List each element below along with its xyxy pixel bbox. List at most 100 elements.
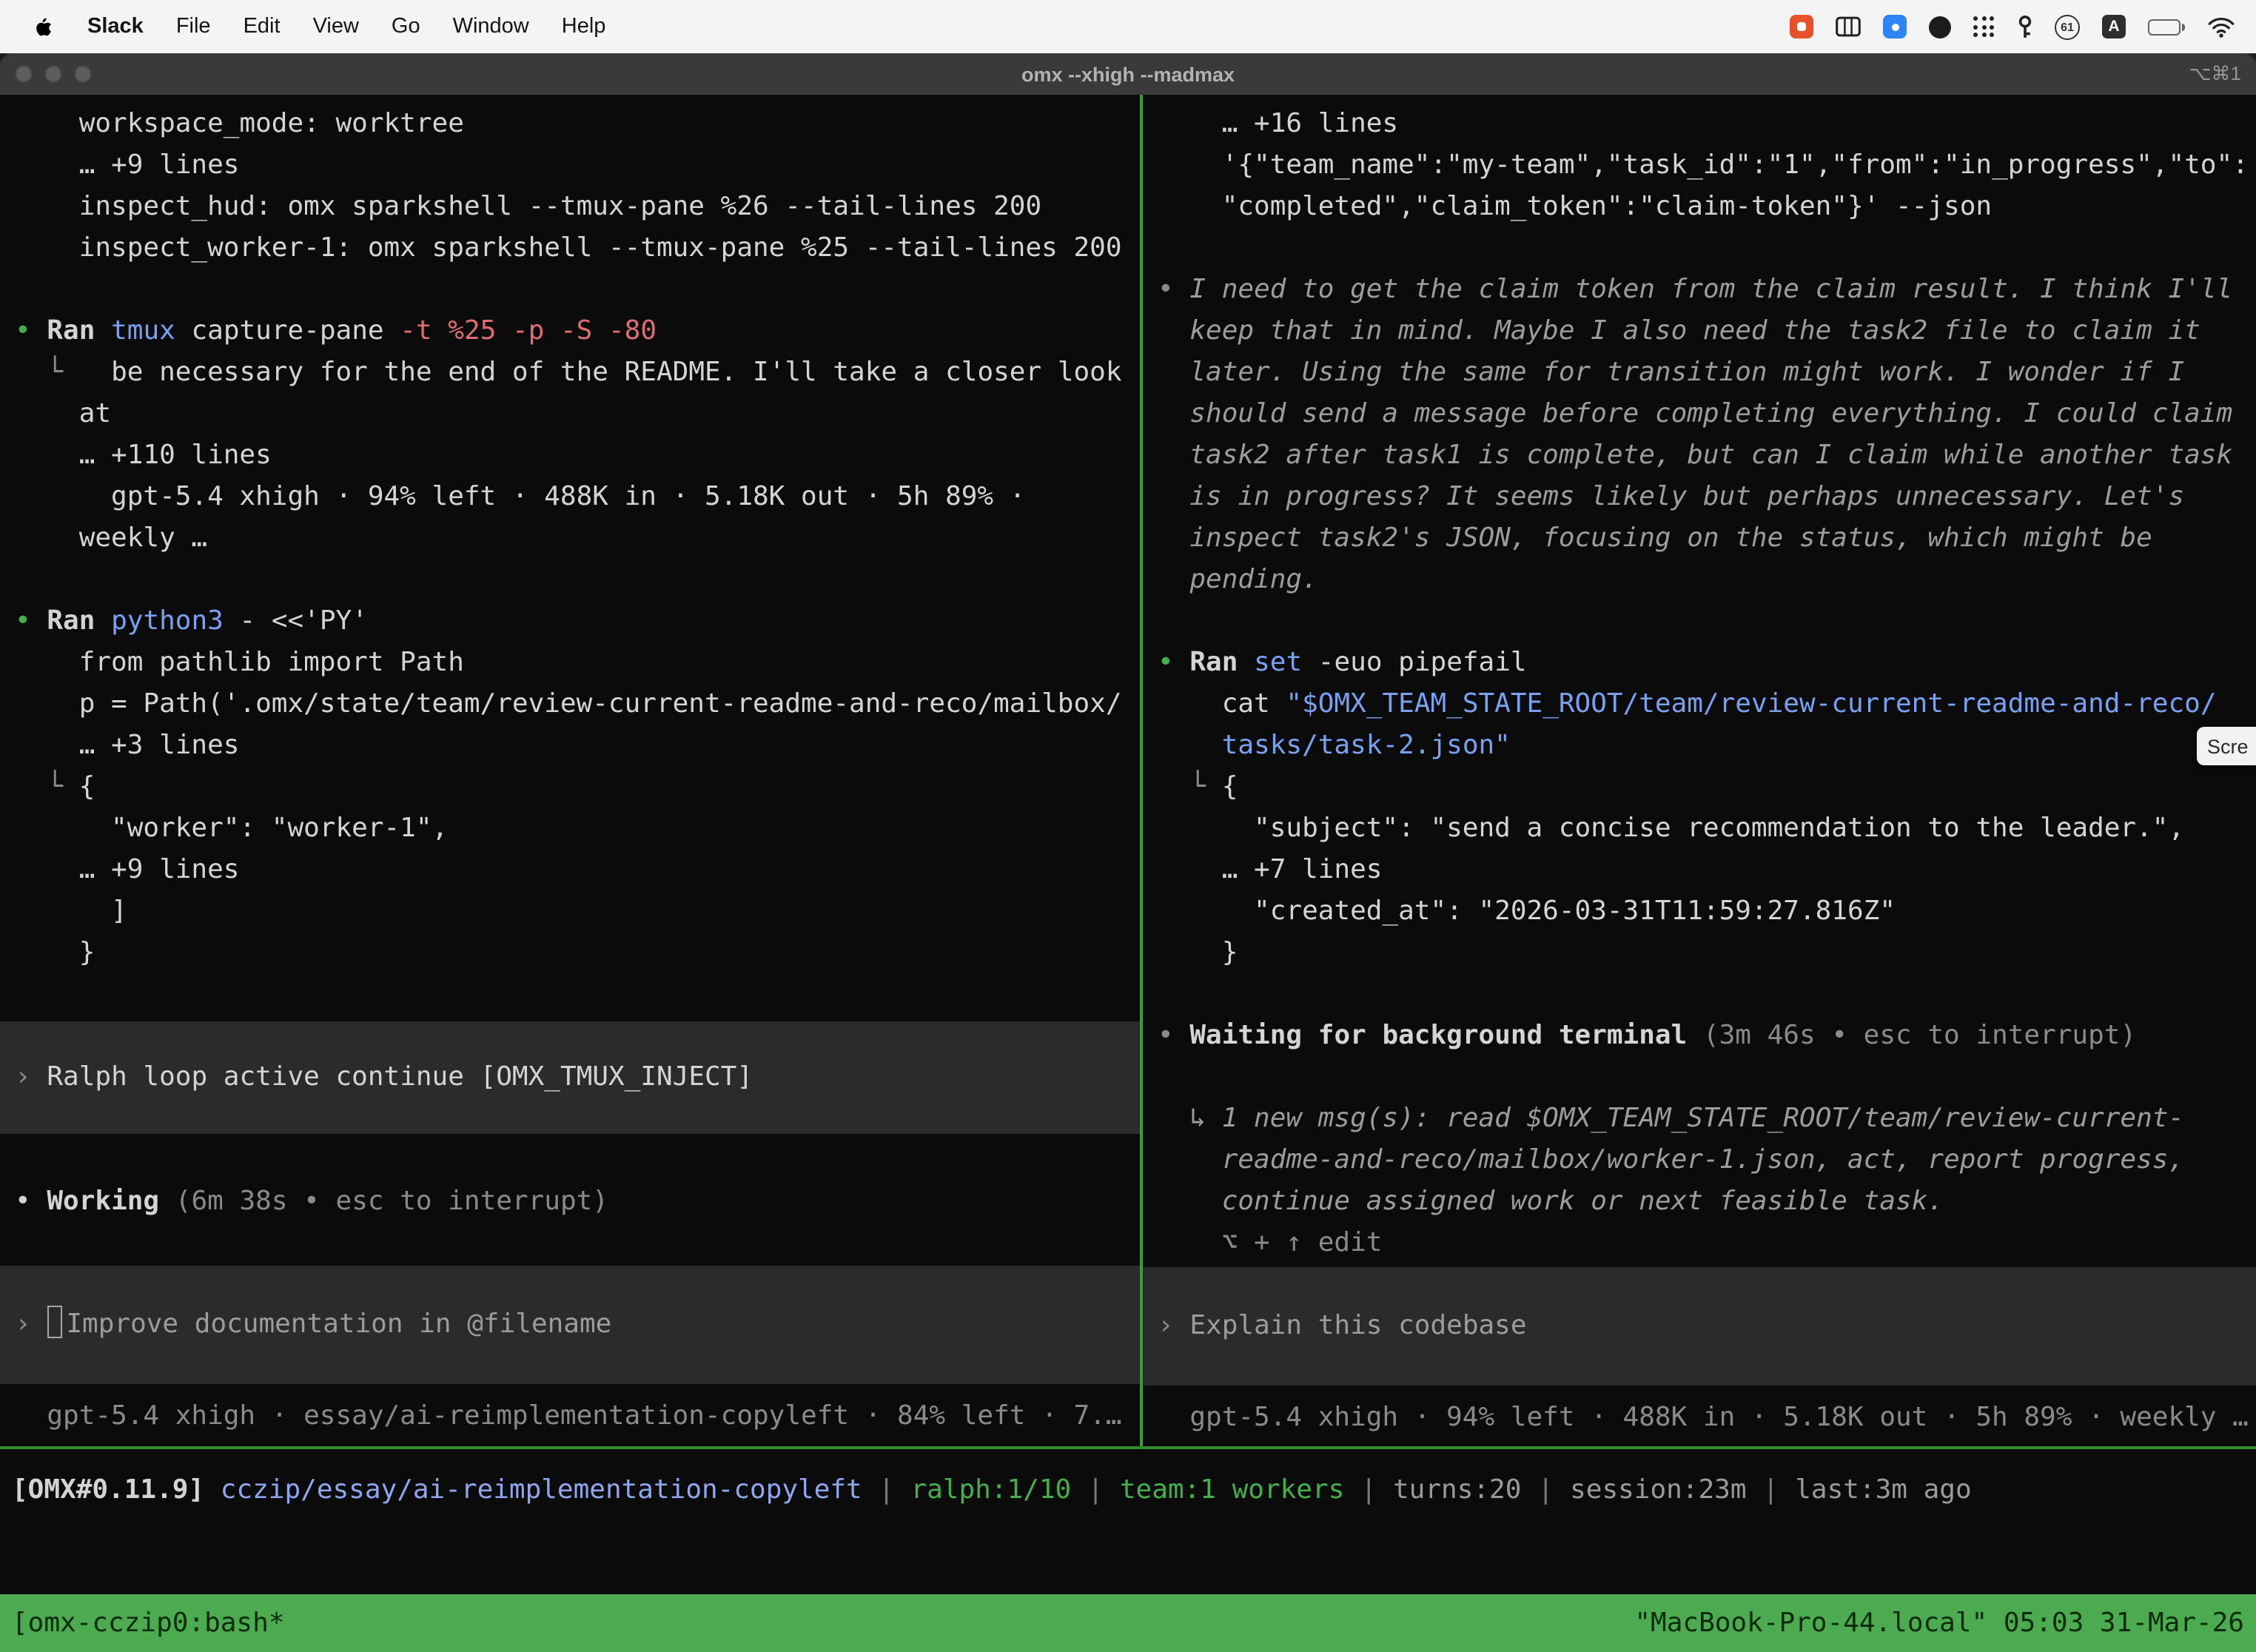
terminal-line: └ {: [1158, 767, 2256, 808]
tmux-pane-left[interactable]: workspace_mode: worktree … +9 lines insp…: [0, 95, 1140, 1446]
terminal-line: cat "$OMX_TEAM_STATE_ROOT/team/review-cu…: [1158, 684, 2256, 725]
terminal-line: }: [15, 933, 1140, 974]
menu-item-help[interactable]: Help: [545, 15, 622, 38]
hud-status: gpt-5.4 xhigh · essay/ai-reimplementatio…: [15, 1396, 1140, 1437]
battery-icon[interactable]: [2148, 19, 2185, 35]
band-line: › Ralph loop active continue [OMX_TMUX_I…: [15, 1057, 753, 1098]
terminal-line: "created_at": "2026-03-31T11:59:27.816Z": [1158, 891, 2256, 933]
terminal-line: ↳ 1 new msg(s): read $OMX_TEAM_STATE_ROO…: [1158, 1098, 2256, 1140]
terminal-line: task2 after task1 is complete, but can I…: [1158, 435, 2256, 477]
menu-bar: Slack File Edit View Go Window Help 61 A: [0, 0, 2256, 53]
key-icon[interactable]: [2018, 14, 2032, 39]
tmux-pane-bottom-border: [0, 1446, 2256, 1449]
terminal-line: tasks/task-2.json": [1158, 725, 2256, 767]
terminal-line: inspect_worker-1: omx sparkshell --tmux-…: [15, 228, 1140, 269]
terminal-line: readme-and-reco/mailbox/worker-1.json, a…: [1158, 1140, 2256, 1181]
terminal-line: • Waiting for background terminal (3m 46…: [1158, 1015, 2256, 1057]
blue-app-icon[interactable]: [1883, 15, 1907, 38]
omx-turns: turns:20: [1393, 1474, 1521, 1505]
separator: |: [1360, 1474, 1377, 1505]
dots-grid-icon[interactable]: [1973, 16, 1995, 38]
menu-item-go[interactable]: Go: [375, 15, 437, 38]
terminal-window: omx --xhigh --madmax ⌥⌘1 workspace_mode:…: [0, 53, 2256, 1652]
gauge-icon[interactable]: 61: [2055, 14, 2080, 39]
separator: |: [1763, 1474, 1779, 1505]
terminal-line: '{"team_name":"my-team","task_id":"1","f…: [1158, 145, 2256, 187]
tmux-status-bar: [omx-cczip0:bash* "MacBook-Pro-44.local"…: [0, 1594, 2256, 1652]
terminal-line: "subject": "send a concise recommendatio…: [1158, 808, 2256, 850]
terminal-line: • I need to get the claim token from the…: [1158, 269, 2256, 311]
separator: |: [879, 1474, 895, 1505]
screenshot-viewport: Slack File Edit View Go Window Help 61 A: [0, 0, 2256, 1652]
tmux-pane-right[interactable]: … +16 lines '{"team_name":"my-team","tas…: [1143, 95, 2256, 1446]
title-bar[interactable]: omx --xhigh --madmax ⌥⌘1: [0, 53, 2256, 95]
terminal-line: gpt-5.4 xhigh · 94% left · 488K in · 5.1…: [1158, 1397, 2256, 1439]
terminal-line: inspect_hud: omx sparkshell --tmux-pane …: [15, 187, 1140, 228]
prompt-input[interactable]: › Explain this codebase: [1143, 1267, 2256, 1386]
terminal-content: workspace_mode: worktree … +9 lines insp…: [0, 95, 2256, 1446]
input-source-label: A: [2108, 18, 2119, 36]
scrollback: workspace_mode: worktree … +9 lines insp…: [15, 104, 1140, 974]
terminal-line: [15, 560, 1140, 601]
omx-status-line: [OMX#0.11.9] cczip/essay/ai-reimplementa…: [12, 1470, 2244, 1511]
apple-logo-icon: [33, 15, 56, 38]
text-cursor: [47, 1306, 61, 1338]
menu-item-edit[interactable]: Edit: [227, 15, 297, 38]
zoom-button[interactable]: [74, 65, 92, 83]
terminal-line: weekly …: [15, 518, 1140, 560]
clipped-edge-overlay[interactable]: Scre: [2197, 727, 2256, 765]
omx-version: [OMX#0.11.9]: [12, 1474, 204, 1505]
omx-last-activity: last:3m ago: [1795, 1474, 1971, 1505]
hud-status: gpt-5.4 xhigh · 94% left · 488K in · 5.1…: [1158, 1397, 2256, 1439]
terminal-line: workspace_mode: worktree: [15, 104, 1140, 145]
terminal-line: ⌥ + ↑ edit: [1158, 1223, 2256, 1264]
clipped-overlay-label: Scre: [2207, 735, 2249, 757]
menu-bar-left: Slack File Edit View Go Window Help: [0, 15, 622, 38]
terminal-line: … +110 lines: [15, 435, 1140, 477]
menu-item-view[interactable]: View: [297, 15, 375, 38]
separator: |: [1537, 1474, 1554, 1505]
working-status: • Working (6m 38s • esc to interrupt): [15, 1181, 1140, 1223]
menu-item-file[interactable]: File: [160, 15, 227, 38]
terminal-line: gpt-5.4 xhigh · 94% left · 488K in · 5.1…: [15, 477, 1140, 518]
terminal-line: … +7 lines: [1158, 850, 2256, 891]
terminal-line: pending.: [1158, 560, 2256, 601]
menu-item-window[interactable]: Window: [437, 15, 545, 38]
terminal-line: at: [15, 394, 1140, 435]
terminal-line: should send a message before completing …: [1158, 394, 2256, 435]
terminal-line: p = Path('.omx/state/team/review-current…: [15, 684, 1140, 725]
gauge-value: 61: [2061, 20, 2074, 33]
omx-team-workers: team:1 workers: [1120, 1474, 1344, 1505]
window-title: omx --xhigh --madmax: [1021, 63, 1235, 85]
menu-item-slack[interactable]: Slack: [71, 15, 160, 38]
omx-repo-path: cczip/essay/ai-reimplementation-copyleft: [221, 1474, 862, 1505]
ralph-loop-banner[interactable]: › Ralph loop active continue [OMX_TMUX_I…: [0, 1021, 1140, 1134]
window-shortcut-hint: ⌥⌘1: [2189, 62, 2241, 86]
omx-session-time: session:23m: [1570, 1474, 1746, 1505]
terminal-line: inspect task2's JSON, focusing on the st…: [1158, 518, 2256, 560]
terminal-line: continue assigned work or next feasible …: [1158, 1181, 2256, 1223]
tmux-session-window: [omx-cczip0:bash*: [12, 1608, 284, 1639]
terminal-line: "completed","claim_token":"claim-token"}…: [1158, 187, 2256, 228]
minimize-button[interactable]: [44, 65, 62, 83]
terminal-line: [1158, 601, 2256, 642]
close-button[interactable]: [15, 65, 33, 83]
desktop: Slack File Edit View Go Window Help 61 A: [0, 0, 2256, 1652]
scrollback: … +16 lines '{"team_name":"my-team","tas…: [1158, 104, 2256, 1264]
window-grid-icon[interactable]: [1836, 16, 1861, 37]
wifi-icon[interactable]: [2207, 16, 2235, 38]
terminal-line: later. Using the same for transition mig…: [1158, 352, 2256, 394]
terminal-line: … +9 lines: [15, 850, 1140, 891]
terminal-line: • Ran set -euo pipefail: [1158, 642, 2256, 684]
terminal-line: • Ran tmux capture-pane -t %25 -p -S -80: [15, 311, 1140, 352]
separator: |: [1087, 1474, 1104, 1505]
input-source-icon[interactable]: A: [2102, 15, 2126, 38]
terminal-line: is in progress? It seems likely but perh…: [1158, 477, 2256, 518]
terminal-line: └ {: [15, 767, 1140, 808]
band-line: › Explain this codebase: [1158, 1306, 1527, 1347]
apple-menu[interactable]: [15, 15, 71, 38]
screen-recording-indicator-icon[interactable]: [1790, 15, 1813, 38]
prompt-input[interactable]: › Improve documentation in @filename: [0, 1266, 1140, 1384]
menu-bar-status-area: 61 A: [1790, 14, 2256, 39]
dark-circle-app-icon[interactable]: [1929, 16, 1951, 38]
